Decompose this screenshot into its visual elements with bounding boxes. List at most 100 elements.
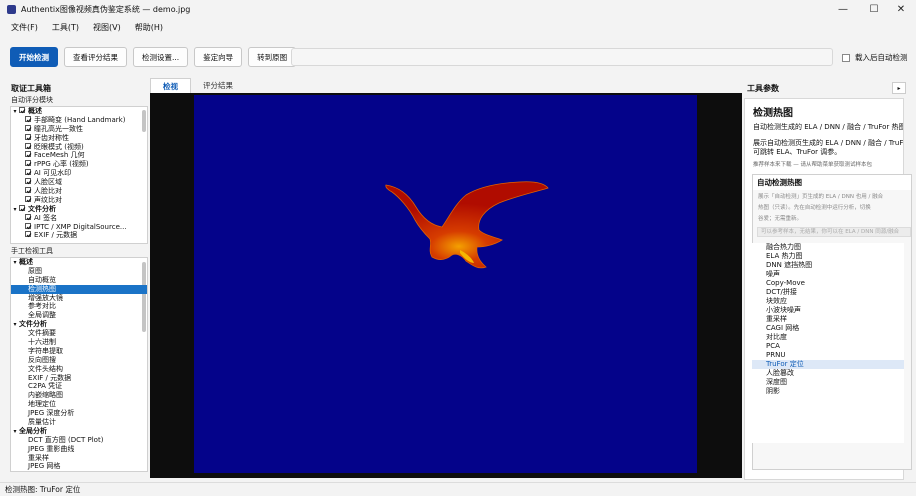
- tree-item[interactable]: AI 可见水印: [11, 169, 147, 178]
- autoload-checkbox[interactable]: [842, 53, 850, 62]
- checkbox[interactable]: [25, 133, 32, 140]
- tree-item[interactable]: FaceMesh 几何: [11, 151, 147, 160]
- menu-view[interactable]: 视图(V): [93, 22, 121, 33]
- tree-item[interactable]: DCT 直方图 (DCT Plot): [11, 436, 147, 445]
- heatmap-method-item[interactable]: 对比度: [752, 333, 904, 342]
- heatmap-method-item[interactable]: CAGI 网格: [752, 324, 904, 333]
- heatmap-method-item[interactable]: 融合热力图: [752, 243, 904, 252]
- tab-score-results[interactable]: 评分结果: [191, 78, 245, 93]
- tree-item[interactable]: 文件头结构: [11, 365, 147, 374]
- checkbox[interactable]: [25, 187, 32, 194]
- tree-group[interactable]: ▾ 全局分析: [11, 427, 147, 436]
- tree-item-label: 眨眼模式 (视频): [34, 142, 84, 151]
- tree-item-label: 自动概览: [28, 275, 56, 284]
- tree-item-label: IPTC / XMP DigitalSource...: [34, 222, 127, 231]
- checkbox[interactable]: [25, 195, 32, 203]
- checkbox[interactable]: [25, 169, 32, 176]
- close-button[interactable]: ✕: [886, 0, 916, 19]
- heatmap-method-item[interactable]: 噪声: [752, 270, 904, 279]
- heatmap-method-item[interactable]: 块效应: [752, 297, 904, 306]
- tree-item[interactable]: 人脸区域: [11, 178, 147, 187]
- menu-bar: 文件(F) 工具(T) 视图(V) 帮助(H): [0, 19, 916, 35]
- checkbox[interactable]: [25, 178, 32, 185]
- checkbox[interactable]: [25, 231, 32, 238]
- wizard-button[interactable]: 鉴定向导: [194, 47, 243, 67]
- sample-hint: 推荐样本来下载 — 请从帮助菜单获取测试样本包: [753, 162, 872, 168]
- tree-item-label: AI 可见水印: [34, 169, 72, 178]
- autoload-toggle[interactable]: 载入后自动检测: [842, 52, 908, 63]
- tree-item[interactable]: 反向图搜: [11, 356, 147, 365]
- group-note-line1: 展示「自动检测」页生成的 ELA / DNN 也用 / 融合: [758, 194, 884, 200]
- tree-item[interactable]: 内嵌缩略图: [11, 391, 147, 400]
- heatmap-method-item[interactable]: TruFor 定位: [752, 360, 904, 369]
- goto-original-button[interactable]: 转到原图: [248, 47, 297, 67]
- tree-item[interactable]: 手部畸变 (Hand Landmark): [11, 115, 147, 125]
- heatmap-method-item[interactable]: PRNU: [752, 351, 904, 360]
- tree-item[interactable]: 十六进制: [11, 338, 147, 347]
- collapse-panel-icon[interactable]: ▸: [892, 82, 906, 94]
- heatmap-method-item[interactable]: Copy-Move: [752, 279, 904, 288]
- tab-inspect[interactable]: 检视: [150, 78, 191, 93]
- view-results-button[interactable]: 查看评分结果: [64, 47, 127, 67]
- tree-item[interactable]: AI 签名: [11, 213, 147, 223]
- menu-tools[interactable]: 工具(T): [52, 22, 79, 33]
- checkbox[interactable]: [19, 204, 26, 212]
- tree-item[interactable]: 人脸比对: [11, 187, 147, 196]
- heatmap-method-item[interactable]: ELA 热力图: [752, 252, 904, 261]
- heatmap-method-item[interactable]: DNN 遮挡热图: [752, 261, 904, 270]
- manual-tools-tree[interactable]: ▾ 概述 原图 自动概览 检测热图 增强放大镜 参考对比 全局调整 ▾ 文件分析 文件摘要 十六进制字…: [10, 257, 148, 472]
- start-detection-button[interactable]: 开始检测: [10, 47, 58, 67]
- tree-item[interactable]: 全局调整: [11, 311, 147, 320]
- heatmap-method-item[interactable]: DCT/拼接: [752, 288, 904, 297]
- tree-group[interactable]: ▾ 概述: [11, 107, 147, 116]
- tree-item[interactable]: IPTC / XMP DigitalSource...: [11, 222, 147, 232]
- tree-item[interactable]: rPPG 心率 (视频): [11, 160, 147, 169]
- checkbox[interactable]: [25, 222, 32, 229]
- checkbox[interactable]: [25, 160, 32, 167]
- tree-item[interactable]: 自动概览: [11, 276, 147, 285]
- tree-group[interactable]: ▾ 文件分析: [11, 204, 147, 214]
- checkbox[interactable]: [25, 124, 32, 132]
- tree-item[interactable]: 声纹比对: [11, 195, 147, 205]
- tree-item[interactable]: 原图: [11, 267, 147, 276]
- heatmap-method-item[interactable]: 深度图: [752, 378, 904, 387]
- viewer-area: 检视 评分结果: [150, 78, 742, 478]
- tree-item[interactable]: 检测热图: [11, 284, 147, 294]
- image-viewer[interactable]: [150, 93, 742, 478]
- tree-item[interactable]: 牙齿对称性: [11, 133, 147, 143]
- minimize-button[interactable]: —: [828, 0, 858, 19]
- status-bar: 检测热图: TruFor 定位: [0, 482, 916, 495]
- tree-item-label: 内嵌缩略图: [28, 391, 63, 400]
- tool-detail-line2: 可跳转 ELA、TruFor 调参。: [753, 148, 842, 156]
- menu-help[interactable]: 帮助(H): [135, 22, 163, 33]
- checkbox[interactable]: [19, 107, 26, 114]
- detection-settings-button[interactable]: 检测设置...: [133, 47, 189, 67]
- heatmap-method-item[interactable]: PCA: [752, 342, 904, 351]
- heatmap-method-item[interactable]: 阴影: [752, 387, 904, 396]
- checkbox[interactable]: [25, 213, 32, 220]
- tree-item[interactable]: 质量估计: [11, 418, 147, 427]
- tree-item[interactable]: JPEG 网格: [11, 462, 147, 471]
- tree-group[interactable]: ▾ 概述: [11, 258, 147, 267]
- tree-item[interactable]: EXIF / 元数据: [11, 231, 147, 240]
- checkbox[interactable]: [25, 115, 32, 123]
- tree-group[interactable]: ▾ 文件分析: [11, 320, 147, 329]
- auto-modules-tree[interactable]: ▾ 概述 手部畸变 (Hand Landmark) 瞳孔高光一致性 牙齿对称性 眨眼模式 …: [10, 106, 148, 244]
- tree-item[interactable]: JPEG 深度分析: [11, 409, 147, 418]
- tool-params-title: 工具参数: [747, 83, 779, 93]
- tree-item[interactable]: 字符串提取: [11, 347, 147, 356]
- tree-item[interactable]: JPEG 重影曲线: [11, 445, 147, 454]
- heatmap-method-item[interactable]: 小波块噪声: [752, 306, 904, 315]
- checkbox[interactable]: [25, 151, 32, 158]
- checkbox[interactable]: [25, 142, 32, 149]
- tree-item[interactable]: 地理定位: [11, 400, 147, 409]
- heatmap-method-list[interactable]: 融合热力图 ELA 热力图 DNN 遮挡热图 噪声 Copy-Move DCT/拼接 块效应…: [752, 243, 904, 443]
- reference-input[interactable]: 可以参考样本，无结果，你可以在 ELA / DNN 同源/融合: [757, 227, 911, 237]
- tree-item[interactable]: 参考对比: [11, 302, 147, 311]
- tree-item[interactable]: 文件摘要: [11, 329, 147, 338]
- maximize-button[interactable]: ☐: [859, 0, 889, 19]
- heatmap-method-item[interactable]: 人脸篡改: [752, 369, 904, 378]
- heatmap-method-item[interactable]: 重采样: [752, 315, 904, 324]
- menu-file[interactable]: 文件(F): [11, 22, 38, 33]
- tree-item[interactable]: 瞳孔高光一致性: [11, 124, 147, 134]
